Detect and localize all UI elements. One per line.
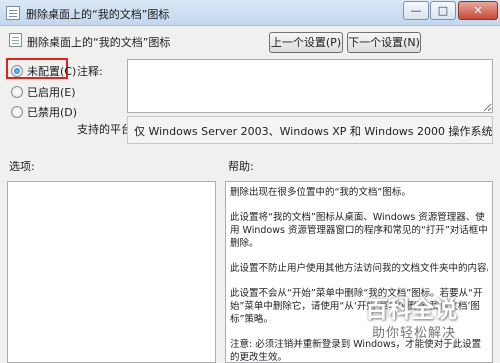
radio-enabled[interactable]: 已启用(E) xyxy=(11,84,76,100)
maximize-button[interactable]: □ xyxy=(430,1,456,20)
options-pane[interactable] xyxy=(7,181,216,363)
watermark-logo: 百科全说 xyxy=(365,297,457,323)
policy-window-icon xyxy=(6,6,20,20)
help-label: 帮助: xyxy=(228,160,254,173)
watermark-subtitle: 助你轻松解决 xyxy=(372,326,457,341)
radio-indicator-checked[interactable] xyxy=(11,65,23,77)
options-label: 选项: xyxy=(9,160,35,173)
help-paragraph: 删除出现在很多位置中的“我的文档”图标。 xyxy=(230,187,411,198)
window-title: 删除桌面上的“我的文档”图标 xyxy=(26,8,170,21)
radio-indicator[interactable] xyxy=(11,86,23,98)
title-bar: 删除桌面上的“我的文档”图标 — □ ✕ xyxy=(0,0,500,26)
policy-setting-icon xyxy=(9,33,22,47)
policy-name: 删除桌面上的“我的文档”图标 xyxy=(27,36,171,49)
radio-indicator[interactable] xyxy=(11,106,23,118)
help-paragraph: 此设置将“我的文档”图标从桌面、Windows 资源管理器、使用 Windows… xyxy=(230,212,488,249)
close-button[interactable]: ✕ xyxy=(458,1,498,20)
comment-label: 注释: xyxy=(77,65,103,78)
radio-label-disabled: 已禁用(D) xyxy=(27,106,78,119)
radio-disabled[interactable]: 已禁用(D) xyxy=(11,104,77,120)
next-setting-button[interactable]: 下一个设置(N) xyxy=(347,32,421,53)
comment-textarea[interactable] xyxy=(127,59,493,113)
platform-value: 仅 Windows Server 2003、Windows XP 和 Windo… xyxy=(127,116,493,144)
radio-label-enabled: 已启用(E) xyxy=(27,86,76,99)
radio-not-configured[interactable]: 未配置(C) xyxy=(11,63,76,79)
minimize-button[interactable]: — xyxy=(403,1,429,20)
help-paragraph: 此设置不防止用户使用其他方法访问我的文档文件夹中的内容。 xyxy=(230,263,488,274)
radio-label-not-configured: 未配置(C) xyxy=(27,65,77,78)
previous-setting-button[interactable]: 上一个设置(P) xyxy=(269,32,343,53)
watermark: 百科全说 助你轻松解决 xyxy=(355,290,493,363)
